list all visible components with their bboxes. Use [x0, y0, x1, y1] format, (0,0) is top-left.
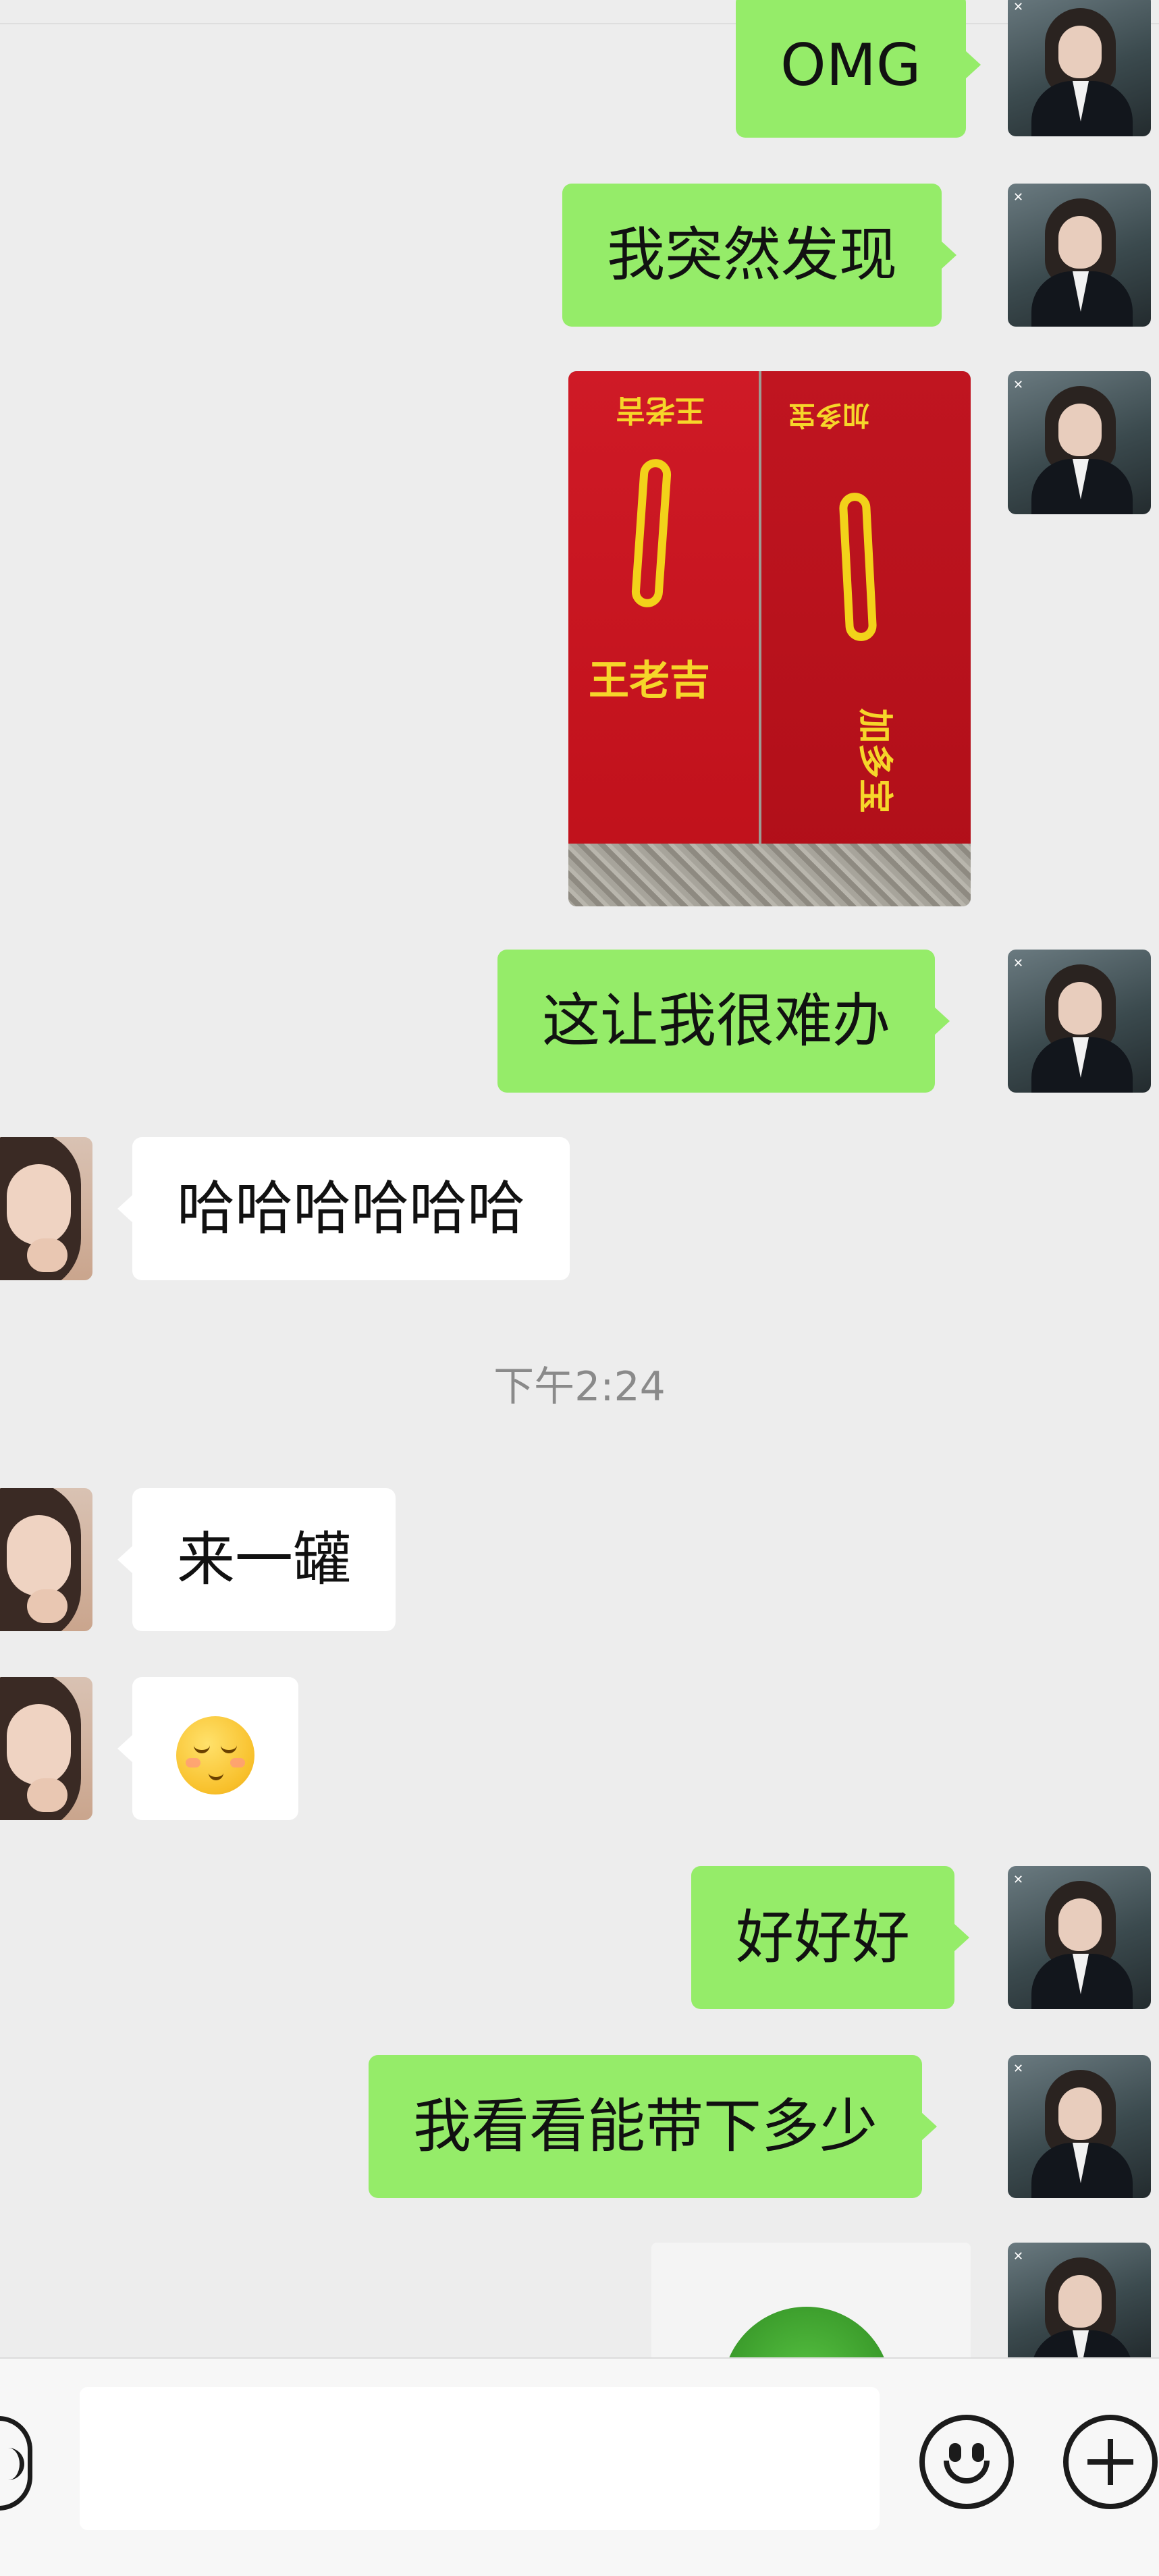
relieved-emoji-icon — [176, 1716, 254, 1794]
box-brand-text: 加多宝 — [788, 400, 869, 431]
my-avatar[interactable]: ✕ — [1008, 371, 1151, 514]
box-brand-text: 王老吉 — [616, 393, 705, 427]
gravel-floor — [568, 844, 971, 906]
message-text: 这让我很难办 — [542, 987, 890, 1055]
voice-icon[interactable] — [0, 2416, 32, 2511]
plus-icon[interactable] — [1063, 2415, 1158, 2509]
emoji-icon[interactable] — [919, 2415, 1014, 2509]
message-bubble-sent[interactable]: 这让我很难办 — [497, 950, 950, 1093]
message-text: 我看看能带下多少 — [413, 2093, 878, 2160]
my-avatar[interactable]: ✕ — [1008, 2243, 1151, 2357]
message-bubble-received[interactable]: 来一罐 — [117, 1488, 396, 1631]
my-avatar[interactable]: ✕ — [1008, 184, 1151, 327]
message-text: 好好好 — [736, 1904, 910, 1971]
my-avatar[interactable]: ✕ — [1008, 1866, 1151, 2009]
message-bubble-sent[interactable]: 好好好 — [691, 1866, 969, 2009]
chat-input-bar — [0, 2357, 1159, 2576]
box-brand-text: 王老吉 — [589, 657, 710, 705]
message-timestamp: 下午2:24 — [493, 1363, 666, 1410]
message-text: 我突然发现 — [607, 221, 897, 289]
my-avatar[interactable]: ✕ — [1008, 2055, 1151, 2198]
message-bubble-sent[interactable]: 我突然发现 — [562, 184, 956, 327]
message-sticker[interactable] — [651, 2243, 971, 2357]
my-avatar[interactable]: ✕ — [1008, 0, 1151, 136]
message-bubble-sent[interactable]: 我看看能带下多少 — [369, 2055, 937, 2198]
message-bubble-sent[interactable]: OMG — [736, 0, 981, 138]
contact-avatar[interactable] — [0, 1677, 92, 1820]
box-brand-text: 加多宝 — [854, 708, 896, 814]
my-avatar[interactable]: ✕ — [1008, 950, 1151, 1093]
message-input[interactable] — [80, 2387, 880, 2530]
message-image[interactable]: 王老吉 王老吉 加多宝 加多宝 — [568, 371, 971, 906]
contact-avatar[interactable] — [0, 1137, 92, 1280]
top-divider — [0, 23, 1159, 24]
sticker-shape — [722, 2307, 891, 2357]
message-text: OMG — [780, 32, 921, 99]
message-text: 哈哈哈哈哈哈 — [177, 1175, 525, 1242]
contact-avatar[interactable] — [0, 1488, 92, 1631]
message-bubble-received[interactable]: 哈哈哈哈哈哈 — [117, 1137, 570, 1280]
message-text: 来一罐 — [177, 1526, 351, 1593]
red-box-left: 王老吉 王老吉 — [568, 371, 759, 865]
red-box-right: 加多宝 加多宝 — [761, 371, 971, 865]
